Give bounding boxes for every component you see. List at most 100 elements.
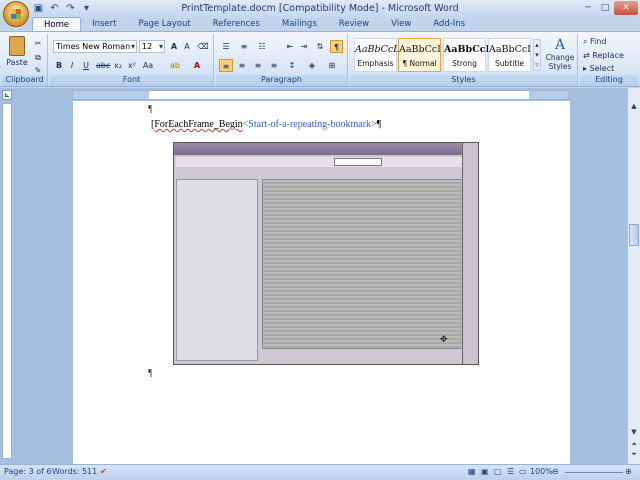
- highlight-icon[interactable]: ab: [168, 59, 182, 72]
- minimize-icon[interactable]: ─: [580, 1, 596, 15]
- scroll-up-icon[interactable]: ▲: [629, 102, 639, 112]
- ribbon: Paste ✂ ⧉ ✎ Clipboard Times New Roman 12…: [0, 31, 640, 87]
- zoom-level[interactable]: 100%: [530, 467, 553, 476]
- replace-icon: ⇄: [583, 51, 593, 60]
- paragraph-group: ☰ ≡ ☷ ⇤ ⇥ ⇅ ¶ ≡ ≡ ≡ ≡ ↕ ◈ ⊞ Paragraph: [216, 34, 348, 86]
- font-name-combo[interactable]: Times New Roman: [53, 40, 137, 53]
- clipboard-label: Clipboard: [2, 75, 47, 86]
- replace-button[interactable]: ⇄ Replace: [583, 51, 624, 63]
- shading-icon[interactable]: ◈: [304, 59, 320, 72]
- find-icon: ⌕: [583, 37, 591, 46]
- underline-icon[interactable]: U: [79, 59, 93, 72]
- editing-group: ⌕ Find ⇄ Replace ▸ Select Editing: [580, 34, 638, 86]
- title-bar: ▣ ↶ ↷ ▾ PrintTemplate.docm [Compatibilit…: [0, 0, 640, 18]
- view-full-screen-icon[interactable]: ▣: [481, 467, 489, 476]
- word-count[interactable]: Words: 511: [52, 467, 97, 476]
- paste-icon: [9, 36, 25, 56]
- style-normal[interactable]: AaBbCcI ¶ Normal: [398, 38, 441, 72]
- style-emphasis[interactable]: AaBbCcL Emphasis: [354, 38, 400, 72]
- zoom-slider[interactable]: [565, 472, 623, 473]
- close-icon[interactable]: ✕: [614, 1, 638, 15]
- view-print-layout-icon[interactable]: ▦: [468, 467, 476, 476]
- strikethrough-icon[interactable]: abc: [96, 59, 110, 72]
- align-left-icon[interactable]: ≡: [219, 59, 233, 72]
- maximize-icon[interactable]: □: [597, 1, 613, 15]
- editing-label: Editing: [580, 75, 638, 86]
- bold-icon[interactable]: B: [53, 59, 65, 72]
- view-draft-icon[interactable]: ▭: [519, 467, 527, 476]
- styles-scroll-icon[interactable]: ▴ ▾ ▿: [533, 39, 541, 71]
- field-pilcrow: ¶: [376, 119, 382, 130]
- field-comment: <Start-of-a-repeating-bookmark>: [242, 119, 377, 130]
- subscript-icon[interactable]: x₂: [112, 59, 124, 72]
- ruler-toggle-icon[interactable]: ⊾: [2, 90, 12, 100]
- bullets-icon[interactable]: ☰: [219, 40, 233, 53]
- change-styles-button[interactable]: A Change Styles: [543, 37, 577, 75]
- italic-icon[interactable]: I: [66, 59, 78, 72]
- pilcrow-mark-2: ¶: [148, 368, 153, 379]
- zoom-in-icon[interactable]: ⊕: [625, 467, 632, 476]
- styles-label: Styles: [350, 75, 577, 86]
- font-color-icon[interactable]: A: [190, 59, 204, 72]
- multilevel-icon[interactable]: ☷: [255, 40, 269, 53]
- window-controls: ─ □ ✕: [580, 1, 638, 15]
- change-case-icon[interactable]: Aa: [140, 59, 156, 72]
- tab-view[interactable]: View: [380, 17, 422, 32]
- align-right-icon[interactable]: ≡: [251, 59, 265, 72]
- window-title: PrintTemplate.docm [Compatibility Mode] …: [181, 3, 459, 14]
- copy-icon[interactable]: ⧉: [32, 51, 44, 64]
- proofing-icon[interactable]: ✔: [100, 467, 107, 476]
- field-text: ForEachFrame_Begin: [154, 119, 243, 130]
- shrink-font-icon[interactable]: A: [181, 40, 193, 53]
- numbering-icon[interactable]: ≡: [237, 40, 251, 53]
- align-center-icon[interactable]: ≡: [235, 59, 249, 72]
- tab-home[interactable]: Home: [32, 17, 82, 32]
- zoom-out-icon[interactable]: ⊖: [552, 467, 559, 476]
- prev-page-icon[interactable]: ⏶: [629, 440, 639, 450]
- grow-font-icon[interactable]: A: [168, 40, 180, 53]
- scroll-thumb[interactable]: [629, 224, 639, 246]
- style-strong[interactable]: AaBbCcI Strong: [443, 38, 490, 72]
- font-label: Font: [50, 75, 213, 86]
- cut-icon[interactable]: ✂: [32, 37, 44, 50]
- ribbon-tabs: Home Insert Page Layout References Maili…: [32, 17, 476, 32]
- next-page-icon[interactable]: ⏷: [629, 450, 639, 460]
- show-marks-icon[interactable]: ¶: [330, 40, 343, 53]
- font-group: Times New Roman 12 A A ⌫ B I U abc x₂ x²…: [50, 34, 214, 86]
- superscript-icon[interactable]: x²: [126, 59, 138, 72]
- status-bar: Page: 3 of 6 Words: 511 ✔ ▦ ▣ ▢ ☰ ▭ 100%…: [0, 464, 640, 480]
- tab-insert[interactable]: Insert: [81, 17, 127, 32]
- page-count[interactable]: Page: 3 of 6: [4, 467, 52, 476]
- scroll-down-icon[interactable]: ▼: [629, 428, 639, 438]
- increase-indent-icon[interactable]: ⇥: [298, 40, 310, 53]
- tab-mailings[interactable]: Mailings: [271, 17, 328, 32]
- find-button[interactable]: ⌕ Find: [583, 37, 606, 49]
- resize-handle-icon[interactable]: ✥: [440, 335, 460, 355]
- tab-add-ins[interactable]: Add-Ins: [422, 17, 476, 32]
- paragraph-label: Paragraph: [216, 75, 347, 86]
- font-size-combo[interactable]: 12: [139, 40, 165, 53]
- change-styles-icon: A: [554, 37, 566, 53]
- styles-group: AaBbCcL Emphasis AaBbCcI ¶ Normal AaBbCc…: [350, 34, 578, 86]
- office-button[interactable]: [3, 1, 29, 27]
- vertical-ruler[interactable]: [2, 103, 12, 459]
- view-web-icon[interactable]: ▢: [494, 467, 502, 476]
- line-spacing-icon[interactable]: ↕: [284, 59, 300, 72]
- pilcrow-mark: ¶: [148, 104, 153, 115]
- justify-icon[interactable]: ≡: [267, 59, 281, 72]
- view-outline-icon[interactable]: ☰: [507, 467, 514, 476]
- decrease-indent-icon[interactable]: ⇤: [284, 40, 296, 53]
- clipboard-group: Paste ✂ ⧉ ✎ Clipboard: [2, 34, 48, 86]
- horizontal-ruler[interactable]: [72, 90, 570, 100]
- style-subtitle[interactable]: AaBbCcI Subtitle: [488, 38, 531, 72]
- borders-icon[interactable]: ⊞: [324, 59, 340, 72]
- paste-button[interactable]: Paste: [5, 36, 29, 74]
- tab-page-layout[interactable]: Page Layout: [128, 17, 202, 32]
- field-line[interactable]: [ForEachFrame_Begin<Start-of-a-repeating…: [151, 119, 381, 130]
- tab-review[interactable]: Review: [328, 17, 380, 32]
- vertical-scrollbar[interactable]: ▲ ▼ ⏶ ⏷: [627, 88, 640, 464]
- embedded-screenshot[interactable]: ✥: [173, 142, 479, 365]
- sort-icon[interactable]: ⇅: [314, 40, 326, 53]
- clear-format-icon[interactable]: ⌫: [196, 40, 210, 53]
- tab-references[interactable]: References: [202, 17, 271, 32]
